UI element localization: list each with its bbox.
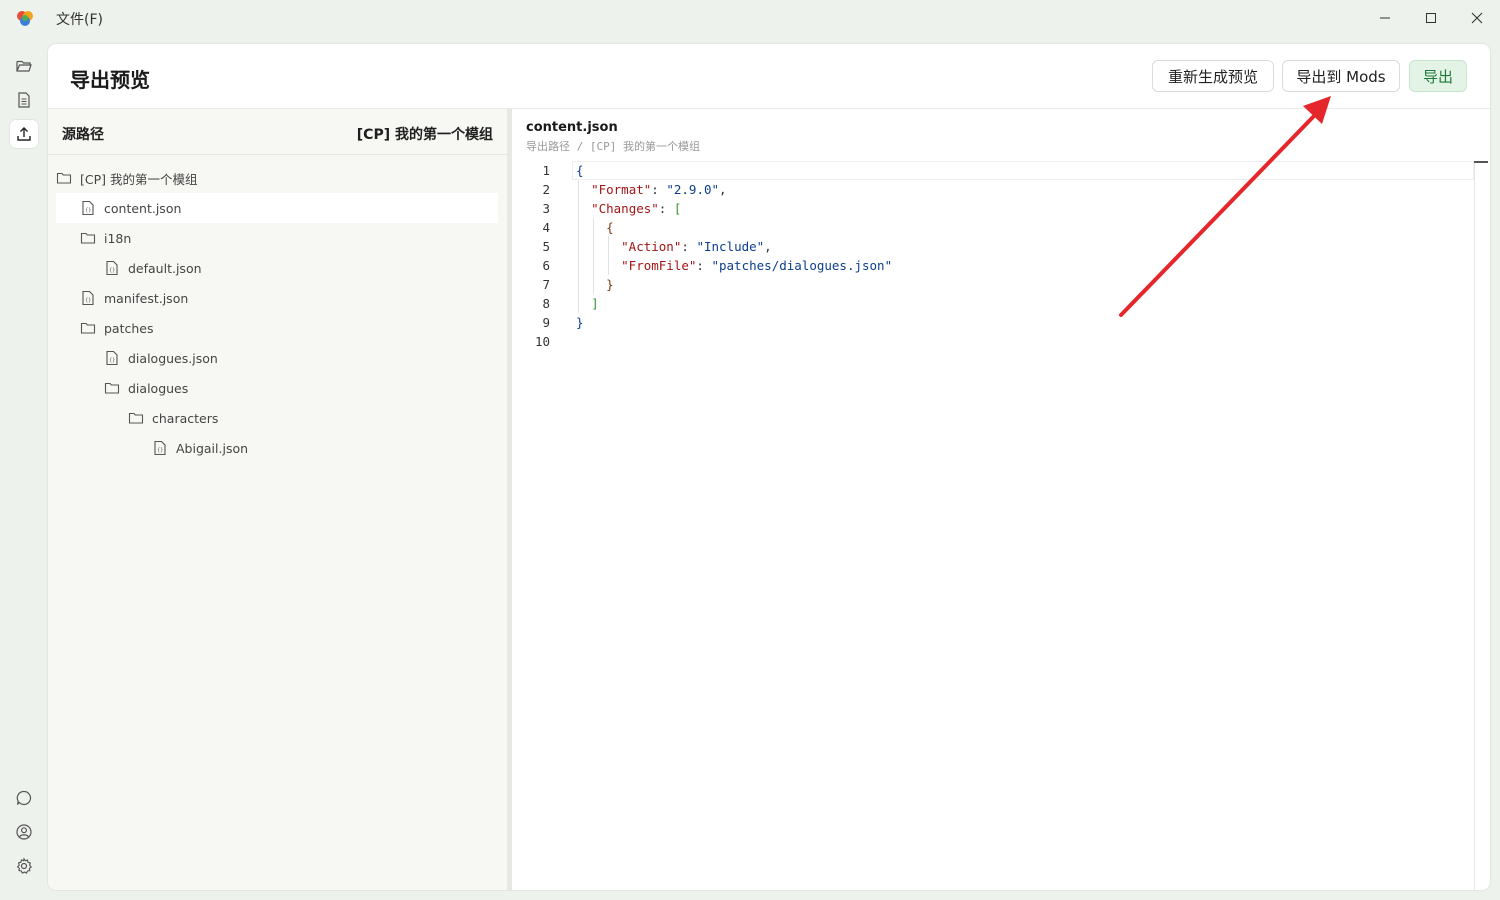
tree-item-abigail-json[interactable]: {} Abigail.json xyxy=(152,433,498,463)
regenerate-preview-button[interactable]: 重新生成预览 xyxy=(1152,60,1274,92)
tree-item-patches-folder[interactable]: patches xyxy=(80,313,498,343)
json-file-icon: {} xyxy=(80,200,96,216)
export-preview-panel: 导出预览 重新生成预览 导出到 Mods 导出 源路径 [CP] 我的第一个模组… xyxy=(48,44,1490,890)
code-line: ] xyxy=(591,296,599,311)
json-file-icon: {} xyxy=(104,350,120,366)
tree-item-label: dialogues xyxy=(128,380,189,396)
editor-scrollbar-track[interactable] xyxy=(1474,163,1475,890)
svg-text:{}: {} xyxy=(157,448,163,454)
maximize-icon xyxy=(1426,13,1436,23)
tree-item-label: manifest.json xyxy=(104,290,189,306)
line-number: 10 xyxy=(534,334,550,349)
line-number: 4 xyxy=(542,220,550,235)
line-number: 6 xyxy=(542,258,550,273)
tree-item-label: content.json xyxy=(104,200,182,216)
line-number: 8 xyxy=(542,296,550,311)
code-line: "Changes": [ xyxy=(591,201,682,216)
tree-item-label: dialogues.json xyxy=(128,350,218,366)
line-number: 2 xyxy=(542,182,550,197)
page-title: 导出预览 xyxy=(70,68,150,92)
user-circle-icon xyxy=(16,824,32,840)
code-line: { xyxy=(606,220,614,235)
chat-icon xyxy=(16,790,32,806)
code-line: } xyxy=(576,315,584,330)
minimize-button[interactable] xyxy=(1362,0,1408,36)
folder-icon xyxy=(104,380,120,396)
code-line: } xyxy=(606,277,614,292)
line-number: 9 xyxy=(542,315,550,330)
rail-chat-button[interactable] xyxy=(10,784,38,812)
app-logo-icon xyxy=(17,11,33,26)
preview-file-name: content.json xyxy=(526,120,618,135)
tree-item-manifest-json[interactable]: {} manifest.json xyxy=(80,283,498,313)
tree-item-label: characters xyxy=(152,410,219,426)
folder-icon xyxy=(56,170,72,186)
svg-text:{}: {} xyxy=(109,268,115,274)
tree-item-project-folder[interactable]: [CP] 我的第一个模组 xyxy=(56,163,498,193)
line-number: 7 xyxy=(542,277,550,292)
folder-icon xyxy=(80,320,96,336)
nav-rail xyxy=(0,36,48,900)
maximize-button[interactable] xyxy=(1408,0,1454,36)
tree-item-label: patches xyxy=(104,320,154,336)
upload-icon xyxy=(17,127,31,141)
tree-item-i18n-folder[interactable]: i18n xyxy=(80,223,498,253)
preview-file-path: 导出路径 / [CP] 我的第一个模组 xyxy=(526,140,700,153)
source-tree-header: 源路径 [CP] 我的第一个模组 xyxy=(48,109,507,155)
rail-files-button[interactable] xyxy=(10,52,38,80)
rail-export-button[interactable] xyxy=(10,120,38,148)
line-number: 5 xyxy=(542,239,550,254)
minimize-icon xyxy=(1380,17,1390,19)
folder-open-icon xyxy=(16,60,32,72)
svg-text:{}: {} xyxy=(85,208,91,214)
folder-icon xyxy=(80,230,96,246)
tree-item-label: default.json xyxy=(128,260,202,276)
line-number: 1 xyxy=(542,163,550,178)
source-path-title: 源路径 xyxy=(62,127,104,143)
tree-item-default-json[interactable]: {} default.json xyxy=(104,253,498,283)
tree-item-content-json[interactable]: {} content.json xyxy=(56,193,498,223)
current-line-highlight xyxy=(572,161,1474,180)
rail-account-button[interactable] xyxy=(10,818,38,846)
code-line: "Action": "Include", xyxy=(621,239,772,254)
line-number: 3 xyxy=(542,201,550,216)
code-editor[interactable]: 1 2 3 4 5 6 7 8 9 10 { "Format": "2.9.0"… xyxy=(512,160,1490,890)
tree-item-dialogues-folder[interactable]: dialogues xyxy=(104,373,498,403)
json-file-icon: {} xyxy=(152,440,168,456)
code-line: { xyxy=(576,163,584,178)
svg-text:{}: {} xyxy=(109,358,115,364)
tree-item-label: i18n xyxy=(104,230,132,246)
close-icon xyxy=(1471,12,1483,24)
code-line: "FromFile": "patches/dialogues.json" xyxy=(621,258,893,273)
folder-icon xyxy=(128,410,144,426)
svg-text:{}: {} xyxy=(85,298,91,304)
rail-settings-button[interactable] xyxy=(10,852,38,880)
tree-item-characters-folder[interactable]: characters xyxy=(128,403,498,433)
title-bar: 文件(F) xyxy=(0,0,1500,36)
export-button[interactable]: 导出 xyxy=(1409,60,1467,92)
json-file-icon: {} xyxy=(80,290,96,306)
export-to-mods-button[interactable]: 导出到 Mods xyxy=(1282,60,1400,92)
gear-icon xyxy=(16,857,33,874)
json-file-icon: {} xyxy=(104,260,120,276)
source-project-name: [CP] 我的第一个模组 xyxy=(356,127,493,143)
tree-item-label: [CP] 我的第一个模组 xyxy=(80,171,198,187)
source-tree-pane: 源路径 [CP] 我的第一个模组 [CP] 我的第一个模组 {} content… xyxy=(48,109,507,890)
close-button[interactable] xyxy=(1454,0,1500,36)
code-line: "Format": "2.9.0", xyxy=(591,182,727,197)
menu-file[interactable]: 文件(F) xyxy=(56,9,103,29)
rail-document-button[interactable] xyxy=(10,86,38,114)
tree-item-dialogues-json[interactable]: {} dialogues.json xyxy=(104,343,498,373)
editor-scrollbar-marker[interactable] xyxy=(1474,161,1488,163)
document-icon xyxy=(18,92,30,108)
tree-item-label: Abigail.json xyxy=(176,440,249,456)
